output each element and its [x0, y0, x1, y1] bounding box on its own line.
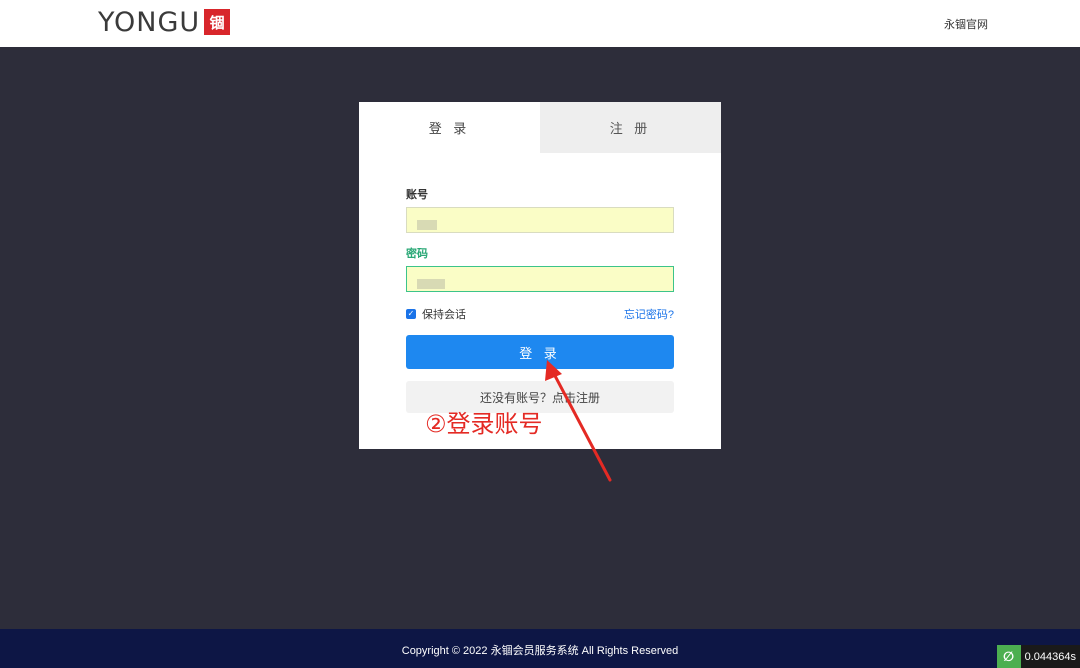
render-timer: ∅ 0.044364s: [996, 645, 1080, 668]
timer-value: 0.044364s: [1024, 650, 1076, 663]
timer-icon: ∅: [996, 645, 1021, 668]
annotation-arrow-icon: [545, 360, 612, 482]
copyright-text: Copyright © 2022 永锢会员服务系统 All Rights Res…: [401, 645, 679, 657]
page-footer: Copyright © 2022 永锢会员服务系统 All Rights Res…: [0, 629, 1080, 668]
